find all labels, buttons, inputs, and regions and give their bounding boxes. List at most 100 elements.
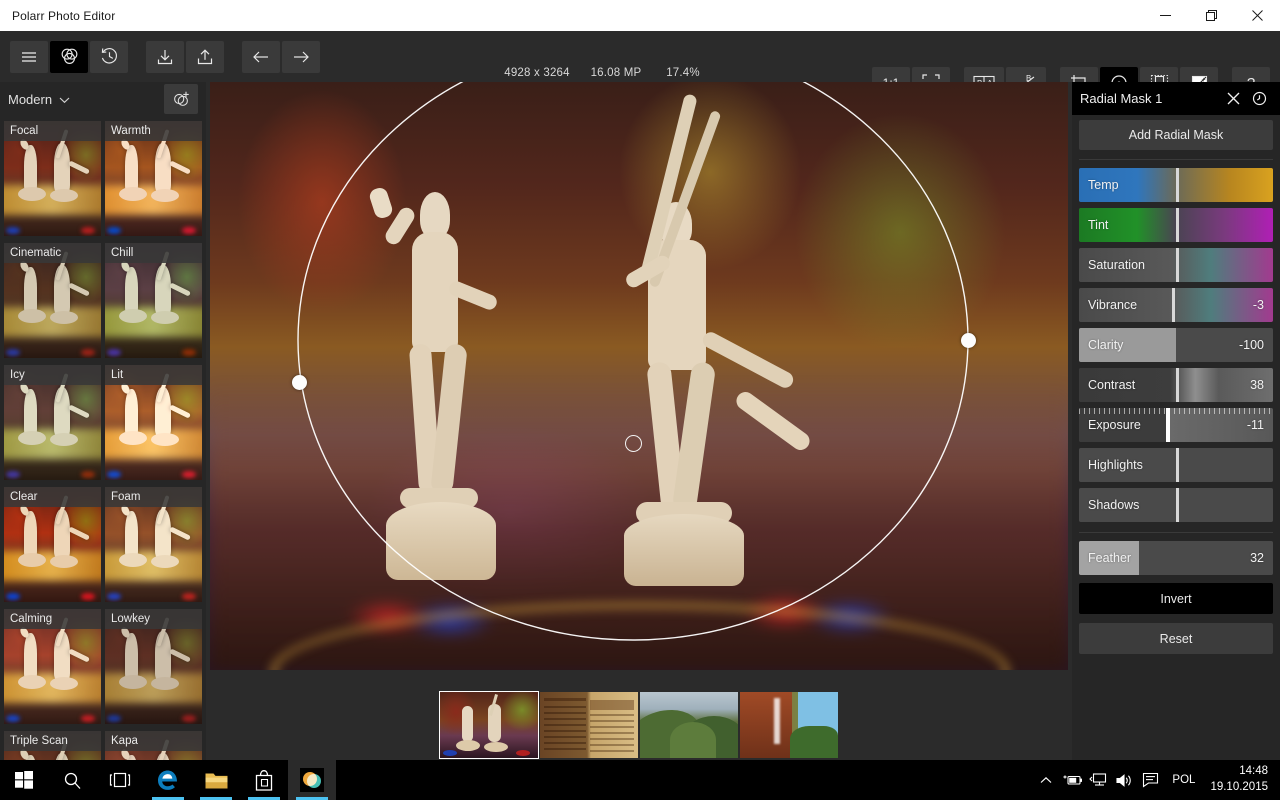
main-toolbar: 4928 x 3264 16.08 MP 17.4% 1/0 sec f/9 3…	[0, 31, 1280, 99]
filmstrip	[206, 690, 1072, 760]
slider-thumb[interactable]	[1172, 288, 1176, 322]
polarr-app-button[interactable]	[288, 760, 336, 800]
slider-thumb[interactable]	[1176, 168, 1179, 202]
close-button[interactable]	[1234, 0, 1280, 31]
preset-card-foam[interactable]: Foam	[105, 487, 202, 602]
start-button[interactable]	[0, 760, 48, 800]
slider-clarity[interactable]: Clarity -100	[1079, 328, 1273, 362]
tray-chevron-up-icon[interactable]	[1033, 760, 1059, 800]
image-canvas[interactable]	[206, 82, 1072, 760]
mask-title: Radial Mask 1	[1080, 91, 1163, 106]
microsoft-store-button[interactable]	[240, 760, 288, 800]
slider-thumb[interactable]	[1176, 488, 1179, 522]
search-button[interactable]	[48, 760, 96, 800]
preset-card-triple-scan[interactable]: Triple Scan	[4, 731, 101, 760]
slider-shadows[interactable]: Shadows	[1079, 488, 1273, 522]
menu-button[interactable]	[10, 40, 48, 73]
thumbnail-manuscript[interactable]	[540, 692, 638, 758]
clock-time: 14:48	[1239, 765, 1268, 778]
slider-label: Temp	[1088, 178, 1119, 192]
edge-icon	[158, 770, 177, 790]
battery-charging-icon[interactable]	[1059, 760, 1085, 800]
presets-header: Modern	[0, 82, 206, 117]
thumbnail-mountains[interactable]	[640, 692, 738, 758]
mask-visibility-eye-icon[interactable]	[1246, 86, 1272, 112]
preset-label: Triple Scan	[4, 731, 101, 751]
task-view-button[interactable]	[96, 760, 144, 800]
preset-card-calming[interactable]: Calming	[4, 609, 101, 724]
mask-panel-header: Radial Mask 1	[1072, 82, 1280, 115]
slider-label: Contrast	[1088, 378, 1136, 392]
preset-label: Foam	[105, 487, 202, 507]
windows-taskbar: POL 14:48 19.10.2015	[0, 760, 1280, 800]
slider-value: -100	[1238, 338, 1264, 352]
restore-button[interactable]	[1188, 0, 1234, 31]
file-explorer-button[interactable]	[192, 760, 240, 800]
slider-thumb[interactable]	[1176, 248, 1179, 282]
language-indicator[interactable]: POL	[1163, 774, 1204, 786]
slider-temp[interactable]: Temp	[1079, 168, 1273, 202]
metadata-megapixels: 16.08 MP	[590, 67, 642, 79]
slider-exposure[interactable]: Exposure -11	[1079, 408, 1273, 442]
task-view-icon	[109, 772, 131, 788]
slider-thumb[interactable]	[1176, 208, 1179, 242]
presets-grid: Focal Warmth Cinematic Chill Icy Lit Cle…	[0, 117, 206, 760]
windows-logo-icon	[15, 771, 33, 789]
chevron-down-icon[interactable]	[59, 96, 70, 104]
notification-icon[interactable]	[1137, 760, 1163, 800]
mask-panel: Radial Mask 1 Add Radial Mask Temp Tint Sa…	[1072, 82, 1280, 760]
feather-slider-wrap: Feather 32	[1072, 541, 1280, 575]
share-button[interactable]	[186, 40, 224, 73]
preset-label: Warmth	[105, 121, 202, 141]
history-button[interactable]	[90, 40, 128, 73]
search-icon	[64, 772, 80, 789]
reset-mask-button[interactable]: Reset	[1079, 623, 1273, 654]
slider-thumb[interactable]	[1176, 368, 1179, 402]
slider-label: Tint	[1088, 218, 1109, 232]
preset-label: Lit	[105, 365, 202, 385]
preset-label: Chill	[105, 243, 202, 263]
slider-vibrance[interactable]: Vibrance -3	[1079, 288, 1273, 322]
mask-close-icon[interactable]	[1220, 86, 1246, 112]
network-icon[interactable]	[1085, 760, 1111, 800]
clock[interactable]: 14:48 19.10.2015	[1204, 764, 1280, 795]
figurine-right	[610, 93, 814, 642]
preset-category-label[interactable]: Modern	[8, 92, 52, 107]
slider-tint[interactable]: Tint	[1079, 208, 1273, 242]
preset-card-lit[interactable]: Lit	[105, 365, 202, 480]
toolbar-group-menu	[10, 40, 128, 73]
undo-button[interactable]	[242, 40, 280, 73]
minimize-button[interactable]	[1142, 0, 1188, 31]
slider-feather[interactable]: Feather 32	[1079, 541, 1273, 575]
preset-card-clear[interactable]: Clear	[4, 487, 101, 602]
preset-label: Clear	[4, 487, 101, 507]
add-filter-button[interactable]	[164, 84, 198, 114]
clock-date: 19.10.2015	[1210, 781, 1268, 793]
download-button[interactable]	[146, 40, 184, 73]
add-radial-mask-button[interactable]: Add Radial Mask	[1079, 120, 1273, 150]
main-photo[interactable]	[210, 82, 1068, 670]
slider-thumb[interactable]	[1176, 448, 1179, 482]
thumbnail-canyon[interactable]	[740, 692, 838, 758]
toolbar-group-undo	[242, 40, 320, 73]
edge-browser-button[interactable]	[144, 760, 192, 800]
preset-card-kapa[interactable]: Kapa	[105, 731, 202, 760]
preset-card-chill[interactable]: Chill	[105, 243, 202, 358]
preset-card-focal[interactable]: Focal	[4, 121, 101, 236]
preset-card-warmth[interactable]: Warmth	[105, 121, 202, 236]
slider-contrast[interactable]: Contrast 38	[1079, 368, 1273, 402]
slider-saturation[interactable]: Saturation	[1079, 248, 1273, 282]
invert-mask-button[interactable]: Invert	[1079, 583, 1273, 614]
preset-card-cinematic[interactable]: Cinematic	[4, 243, 101, 358]
window-titlebar: Polarr Photo Editor	[0, 0, 1280, 31]
preset-card-icy[interactable]: Icy	[4, 365, 101, 480]
speaker-icon[interactable]	[1111, 760, 1137, 800]
preset-card-lowkey[interactable]: Lowkey	[105, 609, 202, 724]
slider-value: -3	[1252, 298, 1264, 312]
redo-button[interactable]	[282, 40, 320, 73]
slider-highlights[interactable]: Highlights	[1079, 448, 1273, 482]
thumbnail-figurines[interactable]	[439, 691, 539, 759]
slider-value: 32	[1250, 551, 1264, 565]
figurine-left	[367, 185, 506, 632]
adjust-button[interactable]	[50, 40, 88, 73]
